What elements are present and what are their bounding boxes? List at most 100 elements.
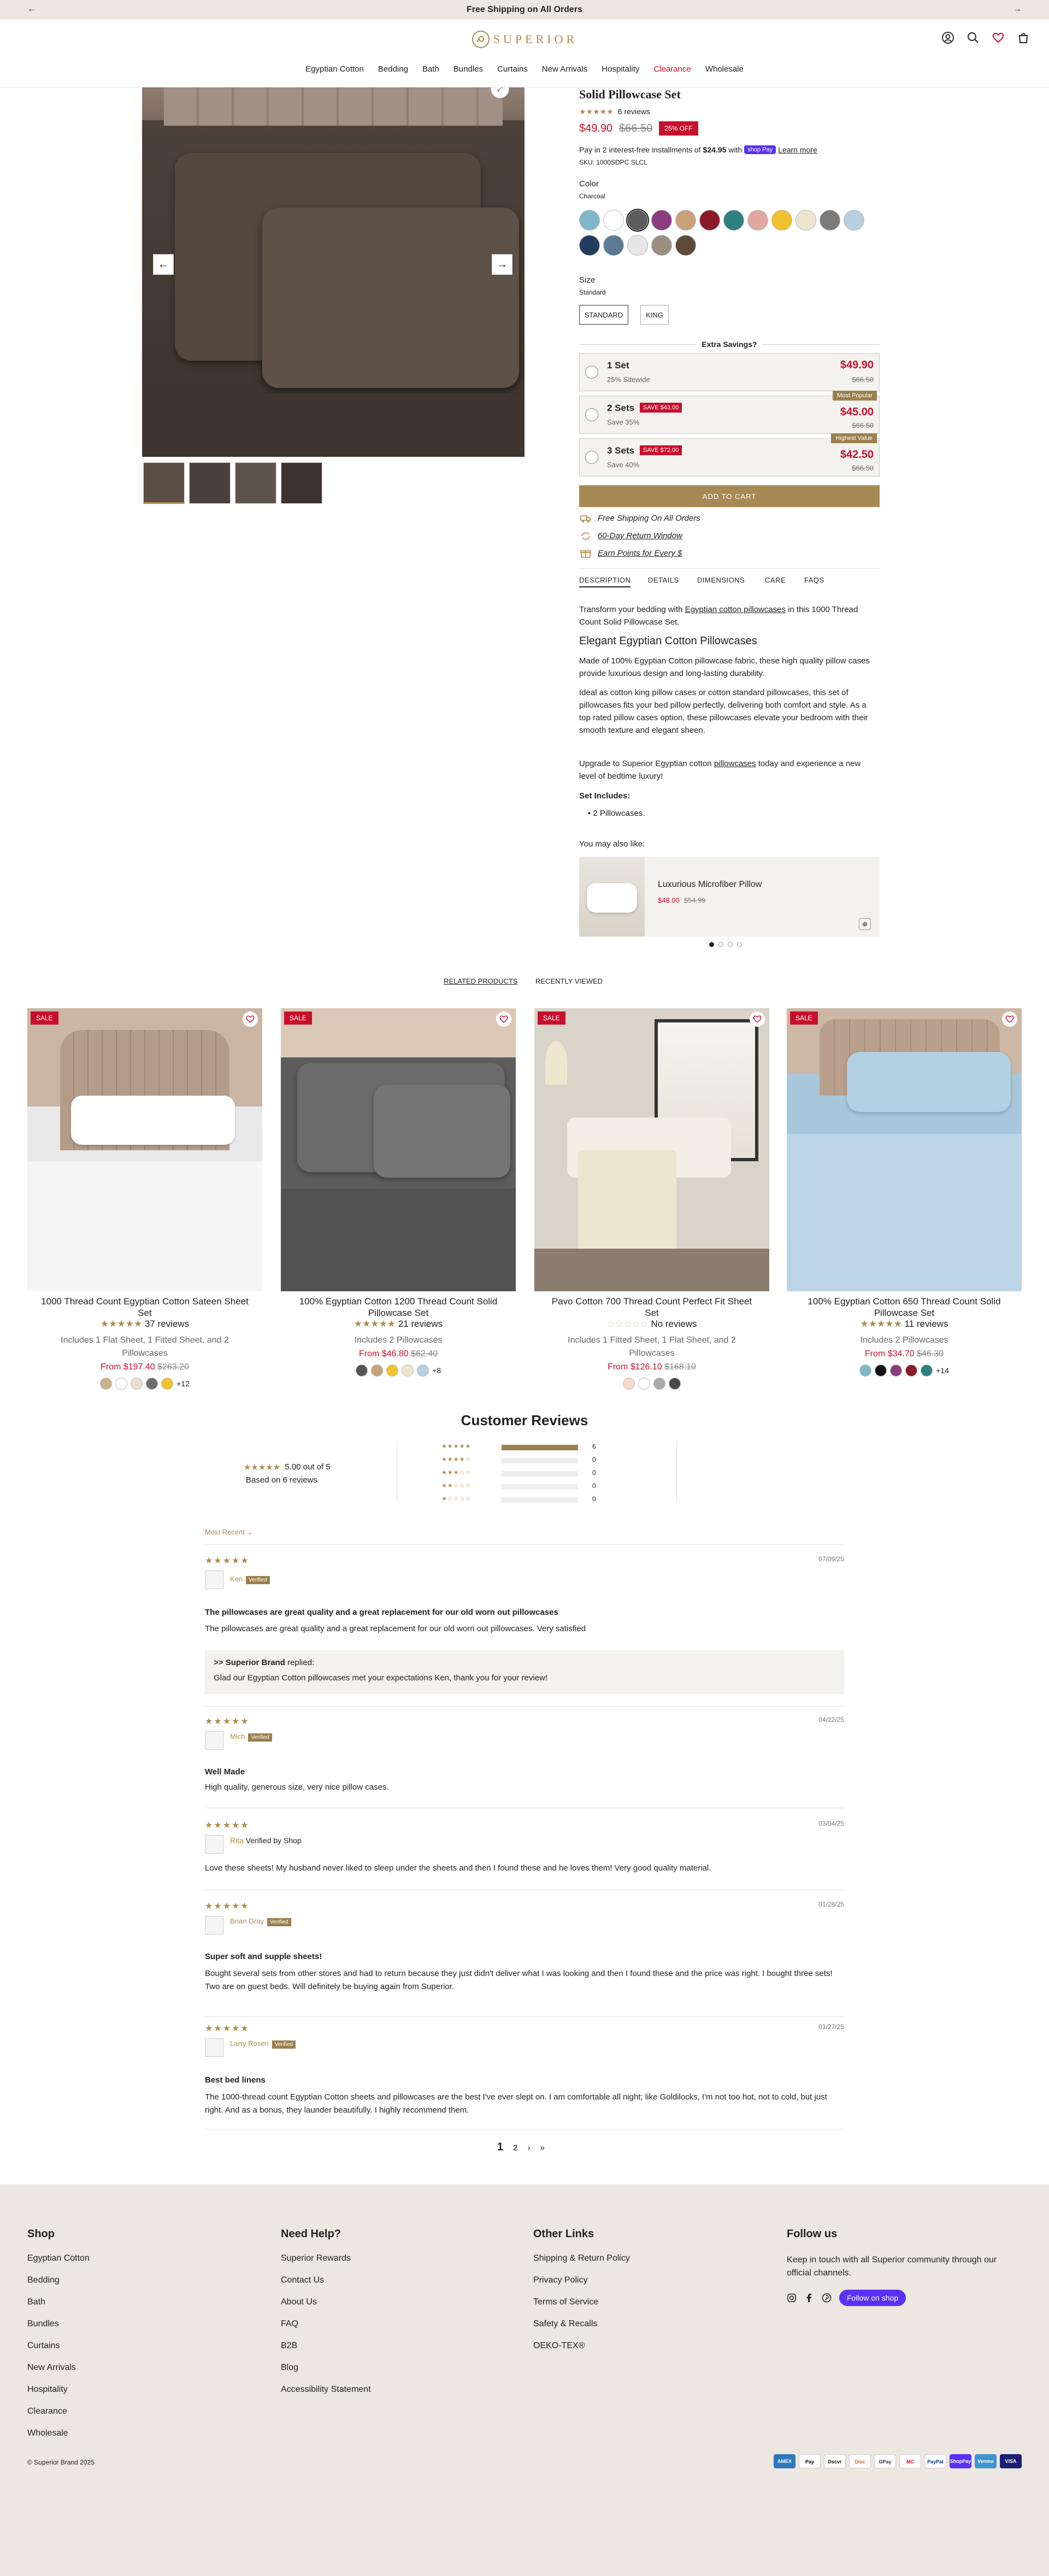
desc-link[interactable]: pillowcases — [714, 759, 756, 768]
bundle-radio-2[interactable] — [585, 408, 598, 421]
footer-link[interactable]: Wholesale — [27, 2428, 90, 2438]
cart-bag-icon[interactable] — [1017, 32, 1029, 44]
swatch[interactable] — [875, 1365, 887, 1377]
gallery-next-button[interactable]: → — [492, 254, 512, 275]
nav-hospitality[interactable]: Hospitality — [602, 64, 639, 74]
swatch[interactable] — [161, 1378, 174, 1390]
carousel-dot[interactable] — [718, 942, 723, 947]
footer-link[interactable]: Egyptian Cotton — [27, 2254, 90, 2263]
color-swatch[interactable] — [626, 209, 649, 232]
color-swatch[interactable] — [603, 210, 624, 231]
nav-wholesale[interactable]: Wholesale — [705, 64, 744, 74]
product-main-image[interactable]: ← → ⤢ — [142, 87, 524, 457]
wishlist-heart-icon[interactable] — [750, 1011, 765, 1027]
announcement-next-icon[interactable]: → — [1013, 4, 1022, 14]
swatch[interactable] — [371, 1365, 384, 1377]
tab-details[interactable]: DETAILS — [648, 576, 679, 584]
color-swatch[interactable] — [675, 210, 696, 231]
color-swatch[interactable] — [651, 210, 672, 231]
footer-link[interactable]: Bundles — [27, 2319, 90, 2329]
nav-clearance[interactable]: Clearance — [653, 64, 691, 74]
bundle-option-2[interactable]: Most Popular 2 Sets SAVE $43.00 Save 35%… — [579, 391, 880, 434]
swatch[interactable] — [859, 1365, 872, 1377]
wishlist-heart-icon[interactable] — [496, 1011, 511, 1027]
carousel-dot-active[interactable] — [709, 942, 714, 947]
footer-link[interactable]: OEKO-TEX® — [533, 2341, 630, 2351]
swatch[interactable] — [623, 1378, 635, 1390]
histogram-row[interactable]: ★★☆☆☆ 0 — [441, 1482, 605, 1492]
wishlist-heart-icon[interactable] — [1002, 1011, 1017, 1027]
gallery-thumb-2[interactable] — [189, 462, 231, 504]
search-icon[interactable] — [967, 32, 979, 44]
color-swatch[interactable] — [795, 210, 816, 231]
nav-curtains[interactable]: Curtains — [497, 64, 528, 74]
bundle-option-1[interactable]: 1 Set 25% Sitewide $49.90 $66.50 — [579, 353, 880, 391]
footer-link[interactable]: Clearance — [27, 2407, 90, 2416]
color-swatch[interactable] — [579, 210, 600, 231]
size-standard-button[interactable]: STANDARD — [579, 305, 628, 325]
swatch[interactable] — [402, 1365, 414, 1377]
carousel-dot[interactable] — [737, 942, 742, 947]
perk-text[interactable]: Earn Points for Every $ — [598, 549, 682, 558]
announcement-prev-icon[interactable]: ← — [27, 4, 36, 14]
footer-link[interactable]: Contact Us — [281, 2275, 371, 2285]
nav-bundles[interactable]: Bundles — [453, 64, 483, 74]
nav-egyptian-cotton[interactable]: Egyptian Cotton — [305, 64, 364, 74]
swatch[interactable] — [905, 1365, 918, 1377]
gallery-prev-button[interactable]: ← — [153, 254, 174, 275]
product-title[interactable]: 100% Egyptian Cotton 1200 Thread Count S… — [292, 1296, 505, 1319]
tab-faqs[interactable]: FAQS — [804, 576, 824, 584]
histogram-row[interactable]: ★☆☆☆☆ 0 — [441, 1495, 605, 1505]
page-2[interactable]: 2 — [513, 2143, 517, 2152]
swatch[interactable] — [653, 1378, 665, 1390]
brand-logo[interactable]: SUPERIOR — [461, 27, 588, 51]
swatch[interactable] — [669, 1378, 681, 1390]
histogram-row[interactable]: ★★★★☆ 0 — [441, 1456, 605, 1466]
sort-dropdown[interactable]: Most Recent ⌄ — [205, 1528, 253, 1537]
color-swatch[interactable] — [820, 210, 840, 231]
perk-text[interactable]: 60-Day Return Window — [598, 531, 682, 540]
footer-link[interactable]: About Us — [281, 2297, 371, 2307]
footer-link[interactable]: B2B — [281, 2341, 371, 2351]
footer-link[interactable]: Terms of Service — [533, 2297, 630, 2307]
bundle-radio-3[interactable] — [585, 451, 598, 464]
footer-link[interactable]: Shipping & Return Policy — [533, 2254, 630, 2263]
gallery-thumb-1[interactable] — [143, 462, 185, 504]
gallery-thumb-3[interactable] — [235, 462, 276, 504]
pinterest-icon[interactable] — [822, 2293, 832, 2303]
instagram-icon[interactable] — [787, 2293, 797, 2303]
tab-recently-viewed[interactable]: RECENTLY VIEWED — [535, 977, 603, 985]
product-title[interactable]: Pavo Cotton 700 Thread Count Perfect Fit… — [545, 1296, 758, 1319]
color-swatch[interactable] — [699, 210, 720, 231]
bundle-radio-1[interactable] — [585, 366, 598, 379]
product-image[interactable] — [534, 1008, 769, 1291]
product-rating[interactable]: ★★★★★ 6 reviews — [579, 107, 650, 116]
page-1[interactable]: 1 — [497, 2141, 503, 2154]
nav-bedding[interactable]: Bedding — [378, 64, 408, 74]
histogram-row[interactable]: ★★★☆☆ 0 — [441, 1469, 605, 1479]
footer-link[interactable]: Superior Rewards — [281, 2254, 371, 2263]
color-swatch[interactable] — [747, 210, 768, 231]
footer-link[interactable]: Safety & Recalls — [533, 2319, 630, 2329]
quick-add-cart-icon[interactable]: ⊕ — [859, 918, 871, 930]
histogram-row[interactable]: ★★★★★ 6 — [441, 1443, 605, 1452]
swatch[interactable] — [921, 1365, 933, 1377]
swatch[interactable] — [115, 1378, 128, 1390]
product-image[interactable] — [27, 1008, 262, 1291]
swatch[interactable] — [100, 1378, 113, 1390]
footer-link[interactable]: Blog — [281, 2363, 371, 2373]
wishlist-heart-icon[interactable] — [992, 32, 1004, 44]
size-king-button[interactable]: KING — [640, 305, 669, 325]
gallery-thumb-4[interactable] — [281, 462, 322, 504]
bundle-option-3[interactable]: Highest Value 3 Sets SAVE $72.00 Save 40… — [579, 433, 880, 477]
product-title[interactable]: 100% Egyptian Cotton 650 Thread Count So… — [798, 1296, 1011, 1319]
product-title[interactable]: 1000 Thread Count Egyptian Cotton Sateen… — [38, 1296, 251, 1319]
color-swatch[interactable] — [844, 210, 864, 231]
add-to-cart-button[interactable]: ADD TO CART — [579, 485, 880, 507]
desc-link[interactable]: Egyptian cotton pillowcases — [685, 605, 786, 614]
color-swatch[interactable] — [675, 235, 696, 256]
swatch[interactable] — [386, 1365, 399, 1377]
page-last[interactable]: » — [540, 2143, 544, 2152]
footer-link[interactable]: Privacy Policy — [533, 2275, 630, 2285]
follow-on-shop-button[interactable]: Follow on shop — [839, 2290, 906, 2306]
